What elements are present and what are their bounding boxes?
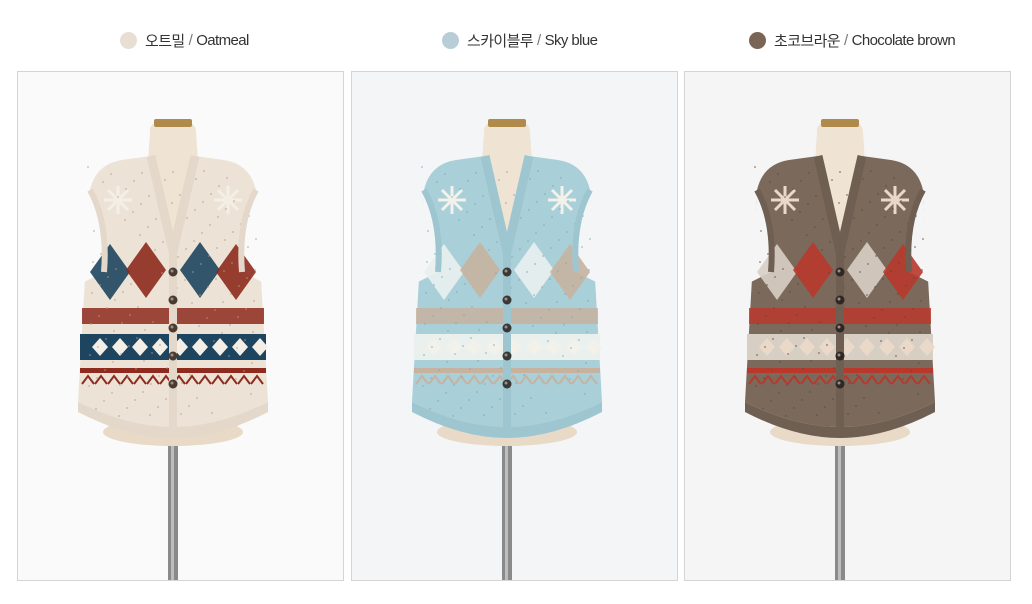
color-english-name: Sky blue	[544, 31, 598, 49]
color-english-name: Oatmeal	[196, 31, 249, 49]
color-separator: /	[844, 31, 848, 49]
product-photo-oatmeal	[17, 71, 344, 581]
color-english-name: Chocolate brown	[851, 31, 956, 49]
color-separator: /	[188, 31, 193, 49]
oatmeal-swatch-icon	[120, 31, 137, 49]
color-label-oatmeal: 오트밀 / Oatmeal	[120, 29, 249, 51]
sky-blue-swatch-icon	[442, 31, 459, 49]
oatmeal-knit-vest-illustration	[18, 72, 343, 580]
color-label-sky-blue: 스카이블루 / Sky blue	[442, 29, 598, 51]
sky-blue-knit-vest-illustration	[352, 72, 677, 580]
chocolate-brown-knit-vest-illustration	[685, 72, 1010, 580]
color-korean-name: 스카이블루	[467, 32, 534, 50]
color-label-chocolate-brown: 초코브라운 / Chocolate brown	[749, 29, 956, 51]
product-photo-chocolate-brown	[684, 71, 1011, 581]
color-separator: /	[537, 31, 541, 49]
chocolate-brown-swatch-icon	[749, 31, 766, 49]
color-options-row: 오트밀 / Oatmeal 스카이블루 / Sky blue 초코브라운 / C…	[0, 0, 1032, 70]
color-korean-name: 오트밀	[145, 32, 185, 50]
product-photo-sky-blue	[351, 71, 678, 581]
color-korean-name: 초코브라운	[774, 32, 841, 50]
